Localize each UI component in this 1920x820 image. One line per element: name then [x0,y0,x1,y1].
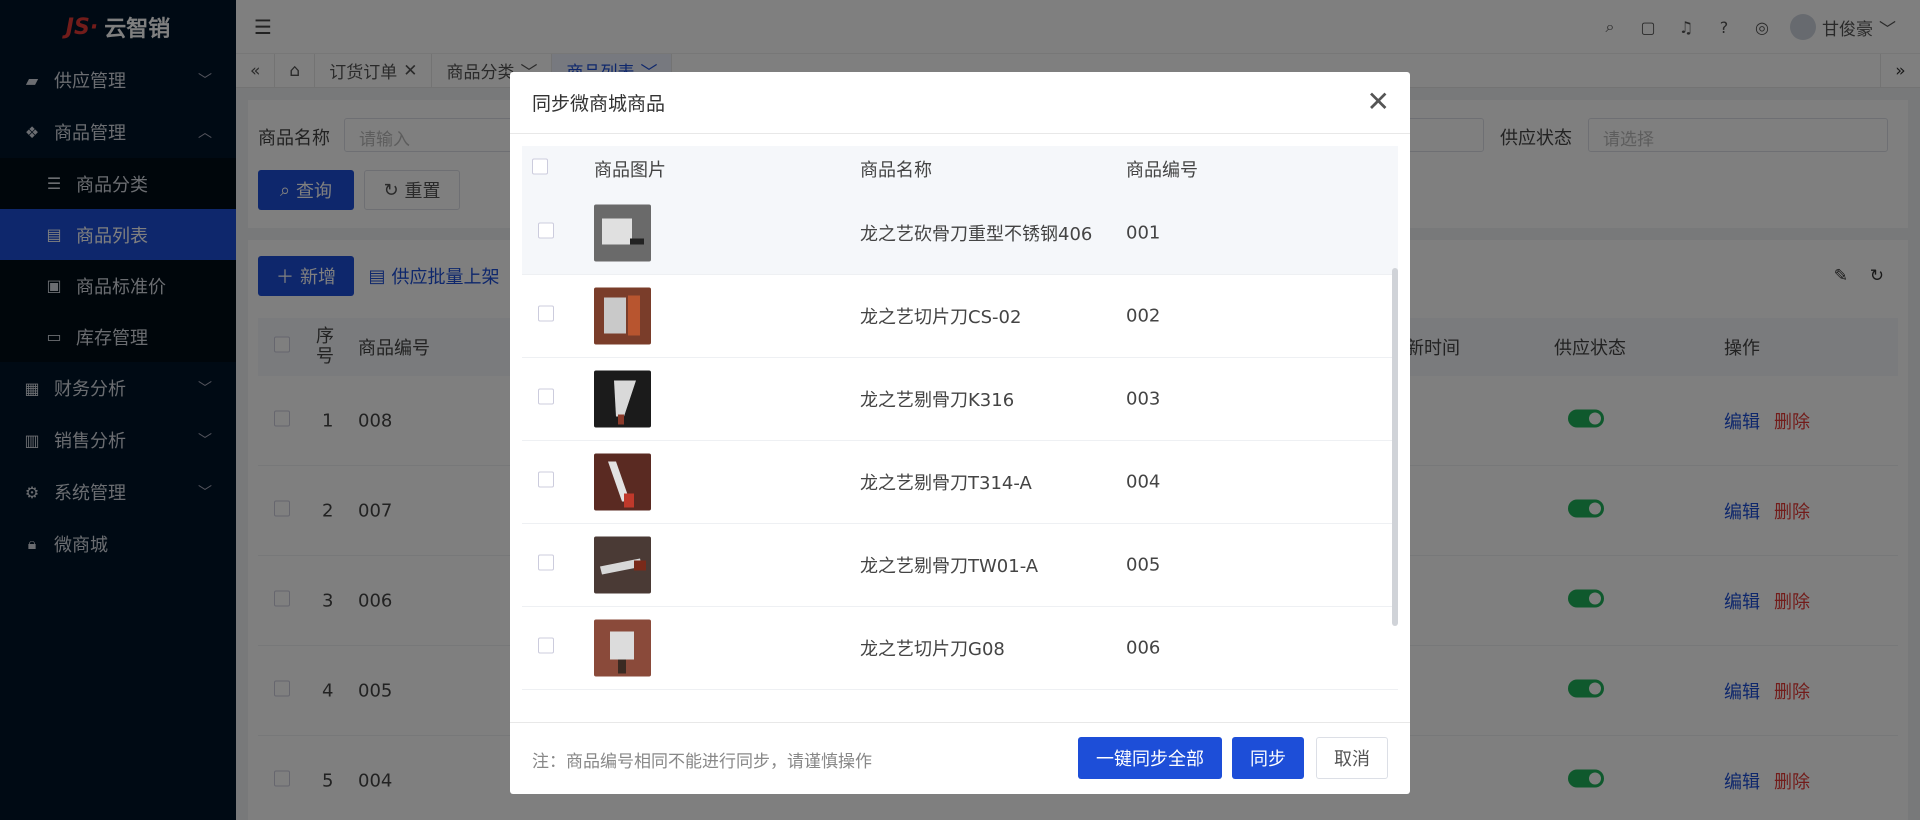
dialog-row: 龙之艺切片刀CS-02 002 [522,275,1398,358]
dialog-row: 龙之艺剔骨刀K316 003 [522,358,1398,441]
col-code: 商品编号 [1126,160,1198,181]
product-name: 龙之艺砍骨刀重型不锈钢406 [860,224,1093,245]
product-thumbnail [594,619,651,677]
row-checkbox[interactable] [538,388,554,405]
product-thumbnail [594,204,651,262]
product-thumbnail [594,370,651,428]
product-thumbnail [594,536,651,594]
close-icon[interactable]: ✕ [1367,88,1390,116]
cancel-button[interactable]: 取消 [1316,737,1388,779]
sync-all-button[interactable]: 一键同步全部 [1078,737,1222,779]
dialog-row: 龙之艺剔骨刀TW01-A 005 [522,524,1398,607]
product-thumbnail [594,453,651,511]
dialog-header: 同步微商城商品 ✕ [510,72,1410,134]
product-code: 006 [1126,637,1161,659]
product-code: 002 [1126,305,1161,327]
sync-mall-dialog: 同步微商城商品 ✕ 商品图片 商品名称 商品编号 龙之艺砍骨刀重型不锈钢406 … [510,72,1410,794]
row-checkbox[interactable] [538,554,554,571]
product-code: 005 [1126,554,1161,576]
product-name: 龙之艺切片刀G08 [860,639,1005,660]
product-code: 003 [1126,388,1161,410]
dialog-table: 商品图片 商品名称 商品编号 龙之艺砍骨刀重型不锈钢406 001 龙之艺切片刀… [522,146,1398,706]
product-name: 龙之艺剔骨刀K316 [860,390,1015,411]
dialog-row: 龙之艺切片刀G08 006 [522,607,1398,690]
row-checkbox[interactable] [538,222,554,239]
product-name: 龙之艺剔骨刀T314-A [860,473,1032,494]
dialog-footer: 注：商品编号相同不能进行同步，请谨慎操作 一键同步全部 同步 取消 [510,722,1410,794]
dialog-scrollbar[interactable] [1392,268,1398,626]
dialog-table-header: 商品图片 商品名称 商品编号 [522,146,1398,192]
product-name: 龙之艺剔骨刀TW01-A [860,556,1039,577]
dialog-row: 龙之艺砍骨刀重型不锈钢406 001 [522,192,1398,275]
row-checkbox[interactable] [538,471,554,488]
col-image: 商品图片 [594,160,666,181]
row-checkbox[interactable] [538,305,554,322]
select-all-checkbox[interactable] [532,158,548,175]
product-code: 004 [1126,471,1161,493]
sync-note: 注：商品编号相同不能进行同步，请谨慎操作 [532,752,872,772]
dialog-title: 同步微商城商品 [532,93,666,115]
row-checkbox[interactable] [538,637,554,654]
product-thumbnail [594,287,651,345]
sync-button[interactable]: 同步 [1232,737,1304,779]
product-name: 龙之艺切片刀CS-02 [860,307,1022,328]
dialog-row: 龙之艺剔骨刀T314-A 004 [522,441,1398,524]
product-code: 001 [1126,222,1161,244]
col-name: 商品名称 [860,160,932,181]
